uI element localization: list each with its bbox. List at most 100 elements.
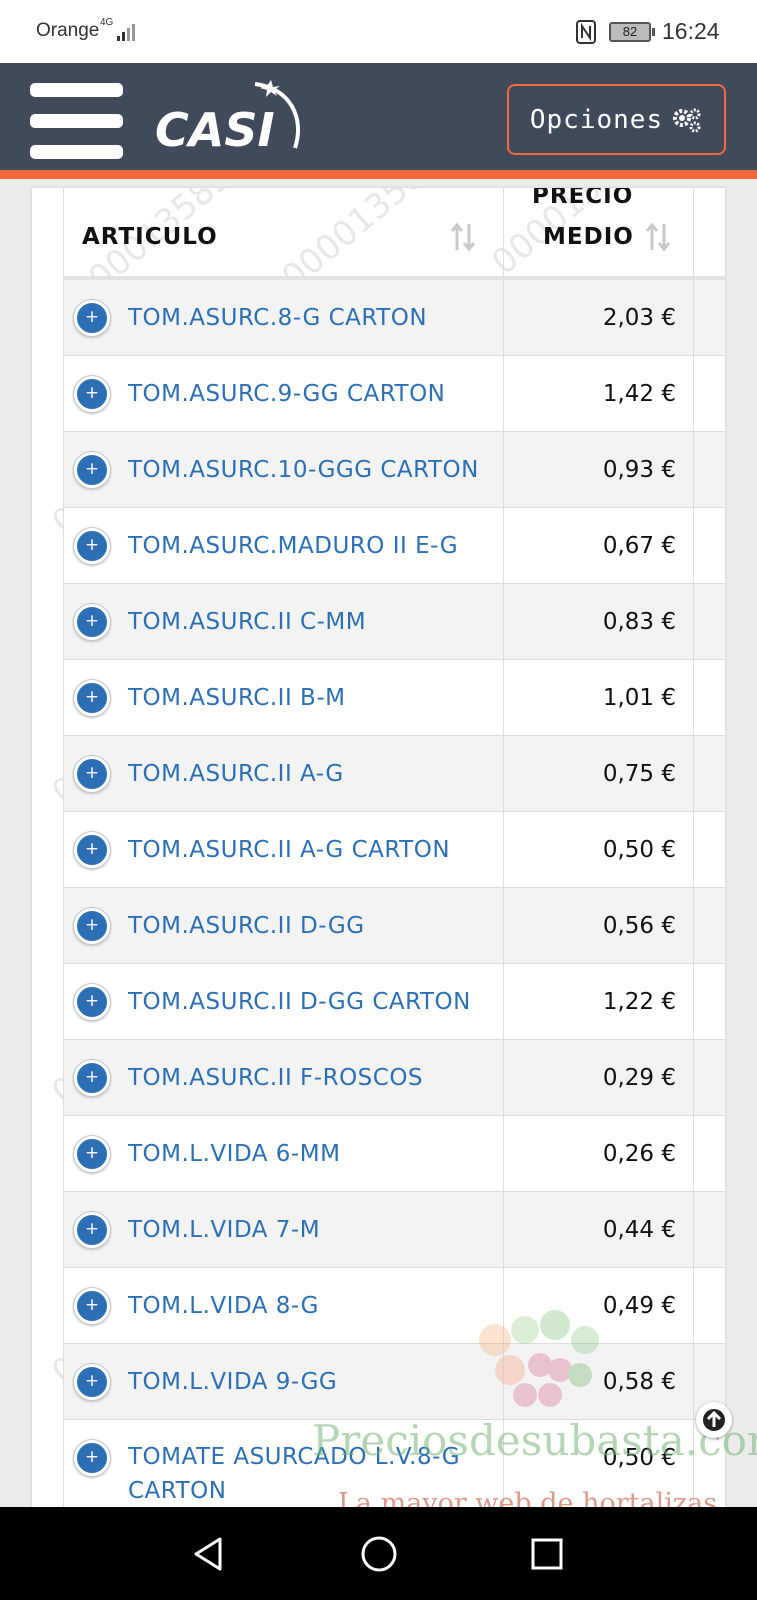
column-header-precio[interactable]: PRECIO MEDIO	[504, 188, 694, 280]
cell-articulo: + TOM.L.VIDA 9-GG	[63, 1344, 504, 1419]
item-name-link[interactable]: TOM.L.VIDA 6-MM	[128, 1116, 498, 1192]
cell-articulo: + TOM.ASURC.II D-GG	[63, 888, 504, 963]
hamburger-menu-icon[interactable]	[30, 83, 123, 159]
network-type: 4G	[100, 17, 114, 28]
expand-plus-icon[interactable]: +	[74, 1288, 110, 1324]
item-name-link[interactable]: TOMATE ASURCADO L.V.8-G CARTON	[128, 1420, 498, 1508]
expand-plus-icon[interactable]: +	[74, 1060, 110, 1096]
item-name-link[interactable]: TOM.L.VIDA 9-GG	[128, 1344, 498, 1420]
item-name-link[interactable]: TOM.ASURC.MADURO II E-G	[128, 508, 498, 584]
cell-articulo: + TOM.ASURC.II A-G CARTON	[63, 812, 504, 887]
cell-precio: 1,22 €	[504, 964, 694, 1039]
column-header-articulo[interactable]: ARTICULO	[63, 188, 504, 280]
recents-icon[interactable]	[524, 1531, 570, 1577]
cell-precio: 0,29 €	[504, 1040, 694, 1115]
item-price: 0,50 €	[602, 837, 676, 863]
item-name-link[interactable]: TOM.L.VIDA 7-M	[128, 1192, 498, 1268]
expand-plus-icon[interactable]: +	[74, 908, 110, 944]
table-row: + TOM.ASURC.II D-GG CARTON 1,22 €	[63, 964, 725, 1040]
signal-icon	[117, 24, 135, 41]
cell-precio: 0,49 €	[504, 1268, 694, 1343]
item-price: 0,50 €	[602, 1445, 676, 1471]
expand-plus-icon[interactable]: +	[74, 528, 110, 564]
table-row: + TOM.ASURC.II F-ROSCOS 0,29 €	[63, 1040, 725, 1116]
battery-icon: 82	[609, 22, 651, 42]
app-header: CASI Opciones	[0, 63, 757, 179]
cell-articulo: + TOM.ASURC.8-G CARTON	[63, 280, 504, 355]
cell-articulo: + TOMATE ASURCADO L.V.8-G CARTON	[63, 1420, 504, 1508]
item-price: 2,03 €	[602, 305, 676, 331]
cell-precio: 2,03 €	[504, 280, 694, 355]
cell-articulo: + TOM.L.VIDA 6-MM	[63, 1116, 504, 1191]
expand-plus-icon[interactable]: +	[74, 300, 110, 336]
item-name-link[interactable]: TOM.ASURC.II D-GG CARTON	[128, 964, 498, 1040]
cell-precio: 0,44 €	[504, 1192, 694, 1267]
table-header: ARTICULO PRECIO MEDIO	[63, 188, 725, 280]
item-name-link[interactable]: TOM.ASURC.II F-ROSCOS	[128, 1040, 498, 1116]
item-name-link[interactable]: TOM.ASURC.II B-M	[128, 660, 498, 736]
column-label-articulo: ARTICULO	[82, 224, 218, 250]
table-row: + TOM.L.VIDA 6-MM 0,26 €	[63, 1116, 725, 1192]
table-row: + TOM.ASURC.II C-MM 0,83 €	[63, 584, 725, 660]
table-row: + TOM.ASURC.II B-M 1,01 €	[63, 660, 725, 736]
expand-plus-icon[interactable]: +	[74, 680, 110, 716]
table-row: + TOM.L.VIDA 8-G 0,49 €	[63, 1268, 725, 1344]
item-price: 0,26 €	[602, 1141, 676, 1167]
table-row: + TOM.ASURC.II D-GG 0,56 €	[63, 888, 725, 964]
cell-articulo: + TOM.ASURC.10-GGG CARTON	[63, 432, 504, 507]
options-button[interactable]: Opciones	[507, 84, 726, 155]
item-price: 0,44 €	[602, 1217, 676, 1243]
cell-precio: 0,93 €	[504, 432, 694, 507]
item-name-link[interactable]: TOM.ASURC.II A-G CARTON	[128, 812, 498, 888]
expand-plus-icon[interactable]: +	[74, 756, 110, 792]
item-price: 1,01 €	[602, 685, 676, 711]
scroll-top-button[interactable]	[696, 1402, 732, 1438]
table-row: + TOM.ASURC.9-GG CARTON 1,42 €	[63, 356, 725, 432]
item-name-link[interactable]: TOM.ASURC.9-GG CARTON	[128, 356, 498, 432]
android-nav-bar	[0, 1507, 757, 1600]
expand-plus-icon[interactable]: +	[74, 1440, 110, 1476]
sort-icon[interactable]	[450, 222, 476, 252]
table-row: + TOM.ASURC.MADURO II E-G 0,67 €	[63, 508, 725, 584]
options-label: Opciones	[529, 104, 664, 135]
cell-precio: 0,26 €	[504, 1116, 694, 1191]
logo-text: CASI	[155, 103, 275, 157]
table-row: + TOM.ASURC.II A-G 0,75 €	[63, 736, 725, 812]
expand-plus-icon[interactable]: +	[74, 452, 110, 488]
casi-logo[interactable]: CASI	[155, 78, 315, 158]
item-name-link[interactable]: TOM.ASURC.8-G CARTON	[128, 280, 498, 356]
home-icon[interactable]	[356, 1531, 402, 1577]
table-row: + TOM.ASURC.10-GGG CARTON 0,93 €	[63, 432, 725, 508]
expand-plus-icon[interactable]: +	[74, 832, 110, 868]
item-name-link[interactable]: TOM.ASURC.II A-G	[128, 736, 498, 812]
item-price: 0,56 €	[602, 913, 676, 939]
item-name-link[interactable]: TOM.ASURC.II D-GG	[128, 888, 498, 964]
expand-plus-icon[interactable]: +	[74, 1136, 110, 1172]
sort-icon[interactable]	[645, 222, 671, 252]
back-icon[interactable]	[186, 1531, 232, 1577]
prices-table: ARTICULO PRECIO MEDIO + TOM.ASURC.8-G CA…	[63, 188, 725, 1508]
table-row: + TOM.L.VIDA 9-GG 0,58 €	[63, 1344, 725, 1420]
expand-plus-icon[interactable]: +	[74, 604, 110, 640]
expand-plus-icon[interactable]: +	[74, 1212, 110, 1248]
table-body: + TOM.ASURC.8-G CARTON 2,03 € + TOM.ASUR…	[63, 280, 725, 1508]
cell-precio: 0,56 €	[504, 888, 694, 963]
expand-plus-icon[interactable]: +	[74, 1364, 110, 1400]
item-price: 0,49 €	[602, 1293, 676, 1319]
cell-articulo: + TOM.ASURC.II F-ROSCOS	[63, 1040, 504, 1115]
expand-plus-icon[interactable]: +	[74, 984, 110, 1020]
item-name-link[interactable]: TOM.L.VIDA 8-G	[128, 1268, 498, 1344]
cell-articulo: + TOM.ASURC.II D-GG CARTON	[63, 964, 504, 1039]
item-name-link[interactable]: TOM.ASURC.II C-MM	[128, 584, 498, 660]
item-price: 1,42 €	[602, 381, 676, 407]
expand-plus-icon[interactable]: +	[74, 376, 110, 412]
table-row: + TOM.ASURC.II A-G CARTON 0,50 €	[63, 812, 725, 888]
cell-precio: 0,58 €	[504, 1344, 694, 1419]
table-row: + TOM.L.VIDA 7-M 0,44 €	[63, 1192, 725, 1268]
item-price: 0,93 €	[602, 457, 676, 483]
item-price: 0,29 €	[602, 1065, 676, 1091]
column-label-medio: MEDIO	[543, 224, 634, 250]
item-name-link[interactable]: TOM.ASURC.10-GGG CARTON	[128, 432, 498, 508]
item-price: 1,22 €	[602, 989, 676, 1015]
gears-icon	[673, 108, 701, 132]
